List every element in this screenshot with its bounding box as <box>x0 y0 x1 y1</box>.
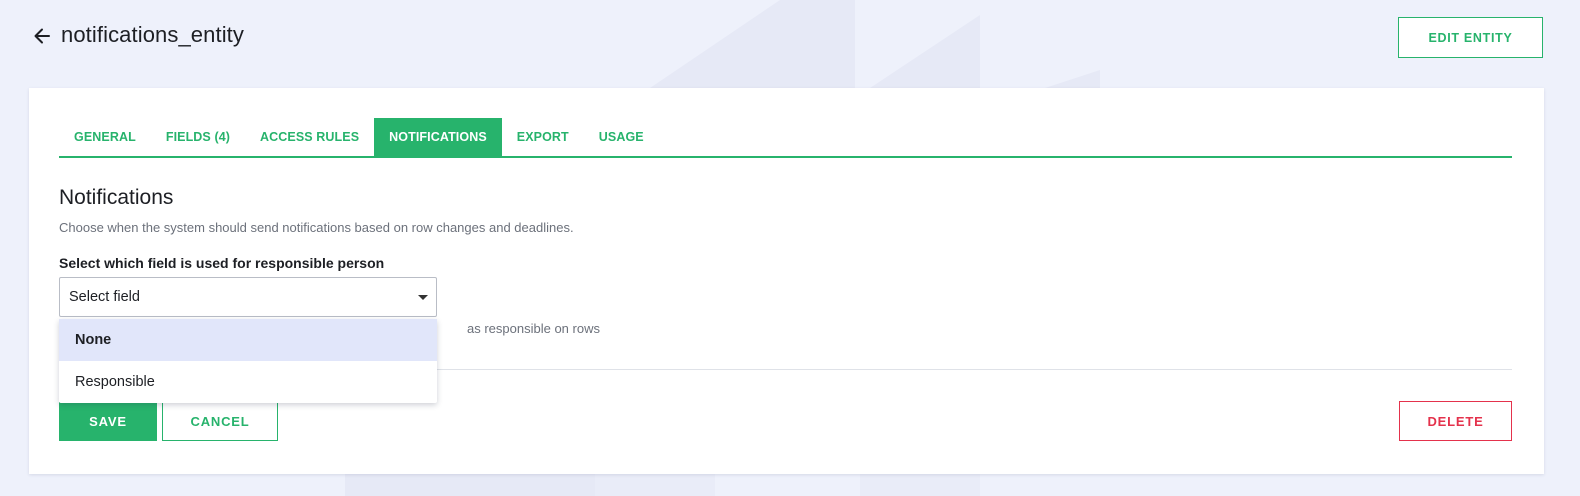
section-title: Notifications <box>59 186 174 209</box>
page-header: notifications_entity EDIT ENTITY <box>0 0 1580 80</box>
dropdown-option-none[interactable]: None <box>59 319 437 361</box>
tab-access-rules[interactable]: ACCESS RULES <box>245 118 374 156</box>
tab-bar: GENERAL FIELDS (4) ACCESS RULES NOTIFICA… <box>59 118 1512 158</box>
caret-down-icon <box>418 295 428 300</box>
responsible-field-label: Select which field is used for responsib… <box>59 255 385 271</box>
tab-notifications[interactable]: NOTIFICATIONS <box>374 118 502 156</box>
delete-button[interactable]: DELETE <box>1399 401 1512 441</box>
edit-entity-button[interactable]: EDIT ENTITY <box>1398 17 1543 58</box>
select-value: Select field <box>69 289 140 305</box>
save-button[interactable]: SAVE <box>59 402 157 441</box>
back-button[interactable] <box>30 24 54 48</box>
section-description: Choose when the system should send notif… <box>59 220 574 235</box>
responsible-help-text: as responsible on rows <box>467 321 600 336</box>
tab-usage[interactable]: USAGE <box>584 118 659 156</box>
responsible-field-select[interactable]: Select field <box>59 277 437 317</box>
tab-general[interactable]: GENERAL <box>59 118 151 156</box>
tab-export[interactable]: EXPORT <box>502 118 584 156</box>
arrow-left-icon <box>34 28 50 44</box>
page-title: notifications_entity <box>61 22 244 47</box>
tab-fields[interactable]: FIELDS (4) <box>151 118 245 156</box>
entity-card: GENERAL FIELDS (4) ACCESS RULES NOTIFICA… <box>29 88 1544 474</box>
cancel-button[interactable]: CANCEL <box>162 402 278 441</box>
responsible-field-dropdown: None Responsible <box>59 319 437 403</box>
dropdown-option-responsible[interactable]: Responsible <box>59 361 437 403</box>
